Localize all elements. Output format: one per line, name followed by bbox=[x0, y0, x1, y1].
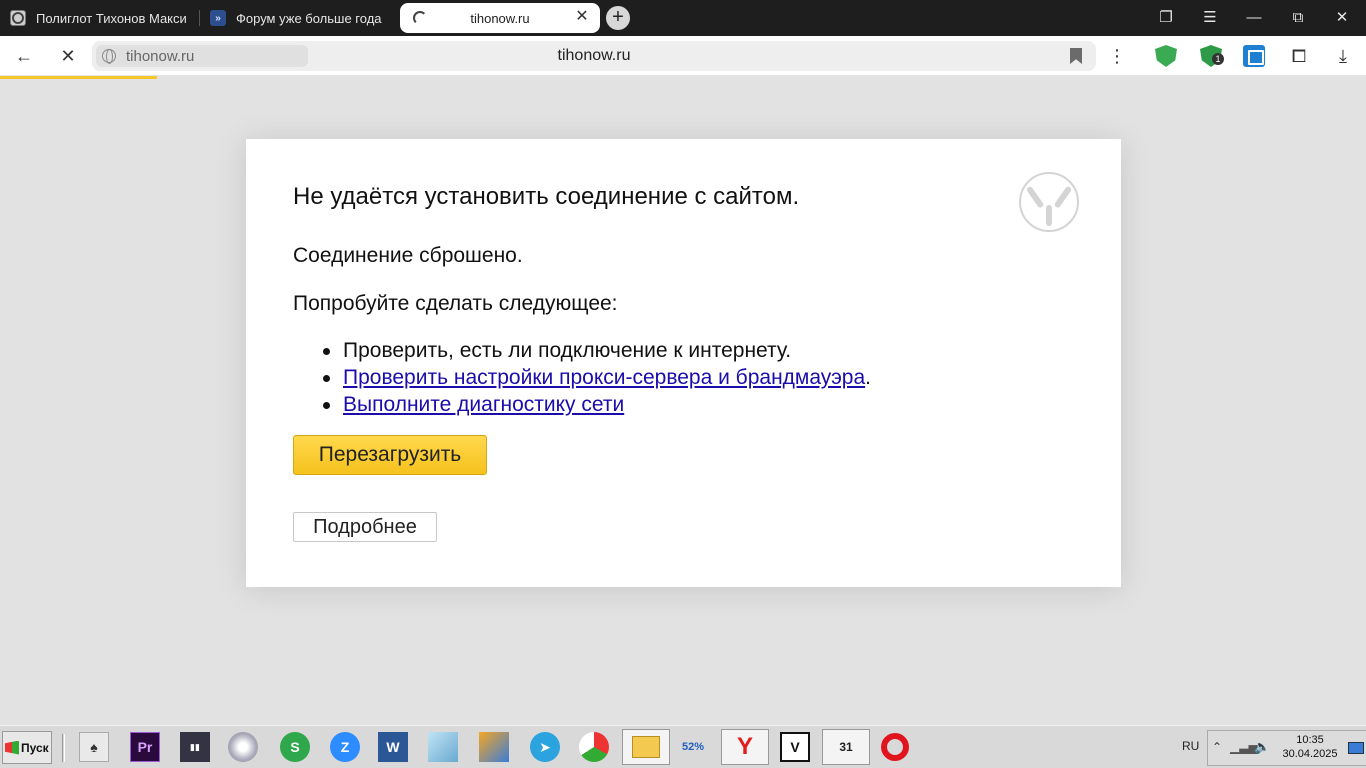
list-item: Выполните диагностику сети bbox=[323, 391, 871, 418]
taskbar-divider bbox=[62, 734, 65, 762]
browser-toolbar: ← ✕ tihonow.ru tihonow.ru ⋮ ⧠ ⤓ bbox=[0, 36, 1366, 76]
start-button[interactable]: Пуск bbox=[2, 731, 52, 764]
details-button[interactable]: Подробнее bbox=[293, 512, 437, 542]
taskbar: Пуск ♠ Pr ▮▮ S Z W ➤ 52% Y V 31 RU ⌃ ▁▃▅… bbox=[0, 725, 1366, 768]
language-indicator[interactable]: RU bbox=[1182, 739, 1199, 753]
downloads-icon[interactable]: ⤓ bbox=[1331, 44, 1355, 68]
page-load-progress bbox=[0, 76, 158, 79]
image-viewer-icon[interactable] bbox=[479, 732, 509, 762]
restore-icon[interactable]: ⧉ bbox=[1286, 6, 1310, 30]
site-favicon-icon bbox=[10, 10, 26, 26]
windows-logo-icon bbox=[5, 740, 19, 755]
sd-card-tool-icon[interactable]: ▮▮ bbox=[180, 732, 210, 762]
tab-tihonow-active[interactable]: tihonow.ru ✕ bbox=[400, 3, 600, 33]
tab-title: tihonow.ru bbox=[470, 10, 530, 26]
opera-icon[interactable] bbox=[880, 732, 910, 762]
error-card: Не удаётся установить соединение с сайто… bbox=[246, 139, 1121, 587]
ccleaner-icon[interactable]: 52% bbox=[678, 732, 708, 762]
new-tab-button[interactable]: + bbox=[606, 6, 630, 30]
list-item: Проверить, есть ли подключение к интерне… bbox=[323, 337, 871, 364]
globe-icon bbox=[102, 49, 116, 64]
tab-poliglot[interactable]: Полиглот Тихонов Макси bbox=[10, 4, 190, 32]
site-domain-label: tihonow.ru bbox=[126, 47, 195, 65]
show-desktop-icon[interactable] bbox=[1348, 742, 1364, 754]
clock-date[interactable]: 30.04.2025 bbox=[1280, 748, 1340, 760]
tab-forum[interactable]: » Форум уже больше года bbox=[210, 4, 386, 32]
tabs-overview-icon[interactable]: ❐ bbox=[1154, 6, 1178, 30]
more-options-icon[interactable]: ⋮ bbox=[1105, 44, 1129, 68]
green-s-app-icon[interactable]: S bbox=[280, 732, 310, 762]
v-app-icon[interactable]: V bbox=[780, 732, 810, 762]
file-explorer-icon[interactable] bbox=[622, 729, 670, 765]
error-heading: Не удаётся установить соединение с сайто… bbox=[293, 183, 800, 210]
premiere-pro-icon[interactable]: Pr bbox=[130, 732, 160, 762]
adblock-shield-icon[interactable] bbox=[1155, 45, 1177, 67]
menu-icon[interactable]: ☰ bbox=[1198, 6, 1222, 30]
close-window-icon[interactable]: ✕ bbox=[1330, 6, 1354, 30]
network-diagnostics-link[interactable]: Выполните диагностику сети bbox=[343, 393, 624, 416]
volume-icon[interactable]: 🔈 bbox=[1254, 739, 1270, 755]
extension-count-badge: 1 bbox=[1212, 53, 1224, 65]
suggestion-period: . bbox=[865, 366, 871, 389]
yandex-browser-icon[interactable]: Y bbox=[721, 729, 769, 765]
extensions-icon[interactable]: ⧠ bbox=[1287, 44, 1311, 68]
forum-favicon-icon: » bbox=[210, 10, 226, 26]
close-tab-icon[interactable]: ✕ bbox=[572, 7, 592, 27]
stop-loading-icon[interactable]: ✕ bbox=[56, 44, 80, 68]
telegram-icon[interactable]: ➤ bbox=[530, 732, 560, 762]
error-reason: Соединение сброшено. bbox=[293, 244, 523, 267]
show-hidden-icons-icon[interactable]: ⌃ bbox=[1212, 740, 1222, 754]
reload-button[interactable]: Перезагрузить bbox=[293, 435, 487, 475]
tab-divider bbox=[199, 10, 200, 26]
tab-title: Полиглот Тихонов Макси bbox=[36, 10, 187, 26]
zoom-icon[interactable]: Z bbox=[330, 732, 360, 762]
site-info-chip[interactable]: tihonow.ru bbox=[96, 45, 308, 67]
notepad-icon[interactable] bbox=[428, 732, 458, 762]
yandex-logo-icon bbox=[1019, 172, 1079, 232]
back-arrow-icon[interactable]: ← bbox=[12, 44, 36, 68]
suggestions-list: Проверить, есть ли подключение к интерне… bbox=[323, 337, 871, 418]
calendar-clapper-icon[interactable]: 31 bbox=[822, 729, 870, 765]
umbrella-app-icon[interactable] bbox=[579, 732, 609, 762]
cd-burner-icon[interactable] bbox=[228, 732, 258, 762]
address-bar[interactable]: tihonow.ru tihonow.ru bbox=[92, 41, 1096, 71]
browser-titlebar: Полиглот Тихонов Макси » Форум уже больш… bbox=[0, 0, 1366, 36]
proxy-settings-link[interactable]: Проверить настройки прокси-сервера и бра… bbox=[343, 366, 865, 389]
suggestion-check-connection: Проверить, есть ли подключение к интерне… bbox=[343, 339, 792, 362]
list-item: Проверить настройки прокси-сервера и бра… bbox=[323, 364, 871, 391]
start-label: Пуск bbox=[21, 740, 49, 755]
minimize-icon[interactable]: — bbox=[1242, 6, 1266, 30]
reader-mode-icon[interactable] bbox=[1243, 45, 1265, 67]
solitaire-icon[interactable]: ♠ bbox=[79, 732, 109, 762]
suggestions-intro: Попробуйте сделать следующее: bbox=[293, 292, 618, 315]
word-icon[interactable]: W bbox=[378, 732, 408, 762]
tab-title: Форум уже больше года bbox=[236, 10, 382, 26]
clock-time[interactable]: 10:35 bbox=[1280, 734, 1340, 746]
